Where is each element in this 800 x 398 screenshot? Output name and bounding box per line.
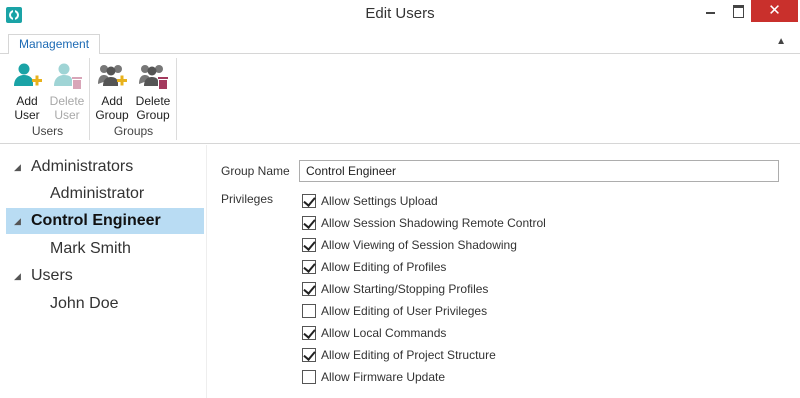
delete-user-label-1: Delete <box>49 94 85 108</box>
privilege-label: Allow Firmware Update <box>321 370 446 384</box>
tree-item-administrators[interactable]: ◢ Administrators <box>6 154 204 180</box>
expand-arrow-icon[interactable]: ◢ <box>14 263 21 289</box>
privilege-label: Allow Viewing of Session Shadowing <box>321 238 517 252</box>
expand-arrow-icon[interactable]: ◢ <box>14 208 21 234</box>
tree-item-label: Administrator <box>50 185 145 202</box>
delete-group-icon <box>139 65 168 89</box>
tree-item-john-doe[interactable]: John Doe <box>6 291 204 317</box>
ribbon-group-label: Users <box>31 124 64 138</box>
checkbox-checked-icon[interactable] <box>302 260 316 274</box>
ribbon-group-groups: Add Group Delete Group Groups <box>91 58 177 140</box>
privilege-label: Allow Local Commands <box>321 326 447 340</box>
ribbon-group-label: Groups <box>113 124 154 138</box>
tree-item-label: Control Engineer <box>31 212 161 229</box>
ribbon: Add User Delete User Users Add Group Del… <box>0 54 800 144</box>
delete-user-label-2: User <box>54 108 80 122</box>
delete-group-button[interactable]: Delete Group <box>134 60 172 122</box>
add-user-icon <box>14 63 42 86</box>
add-group-label-1: Add <box>101 94 123 108</box>
ribbon-group-users: Add User Delete User Users <box>6 58 90 140</box>
add-user-button[interactable]: Add User <box>8 60 46 122</box>
close-icon[interactable]: ✕ <box>751 0 798 22</box>
tree-item-mark-smith[interactable]: Mark Smith <box>6 236 204 262</box>
add-group-icon <box>98 65 127 86</box>
privilege-label: Allow Editing of User Privileges <box>321 304 488 318</box>
checkbox-checked-icon[interactable] <box>302 194 316 208</box>
add-user-label-2: User <box>14 108 40 122</box>
checkbox-checked-icon[interactable] <box>302 326 316 340</box>
delete-user-button[interactable]: Delete User <box>48 60 86 122</box>
delete-group-label-2: Group <box>136 108 170 122</box>
tree-item-label: Administrators <box>31 158 134 175</box>
tree-item-control-engineer[interactable]: ◢ Control Engineer <box>6 208 204 234</box>
delete-group-label-1: Delete <box>135 94 171 108</box>
checkbox-unchecked-icon[interactable] <box>302 370 316 384</box>
checkbox-checked-icon[interactable] <box>302 238 316 252</box>
minimize-icon[interactable] <box>694 0 726 22</box>
title-bar: Edit Users ✕ <box>0 0 800 30</box>
add-group-button[interactable]: Add Group <box>93 60 131 122</box>
privileges-label: Privileges <box>221 192 274 206</box>
privilege-label: Allow Session Shadowing Remote Control <box>321 216 546 230</box>
checkbox-checked-icon[interactable] <box>302 216 316 230</box>
expand-arrow-icon[interactable]: ◢ <box>14 154 21 180</box>
group-name-label: Group Name <box>221 164 290 178</box>
tree-item-administrator[interactable]: Administrator <box>6 181 204 207</box>
checkbox-checked-icon[interactable] <box>302 348 316 362</box>
delete-user-icon <box>54 63 82 89</box>
checkbox-checked-icon[interactable] <box>302 282 316 296</box>
tree-item-label: Mark Smith <box>50 240 131 257</box>
user-group-tree: ◢ Administrators Administrator ◢ Control… <box>0 145 206 398</box>
group-details-panel: Group Name Privileges Allow Settings Upl… <box>206 145 800 398</box>
privilege-label: Allow Settings Upload <box>321 194 438 208</box>
privilege-label: Allow Starting/Stopping Profiles <box>321 282 489 296</box>
checkbox-unchecked-icon[interactable] <box>302 304 316 318</box>
window-title: Edit Users <box>365 5 435 22</box>
add-user-label-1: Add <box>16 94 38 108</box>
privilege-label: Allow Editing of Profiles <box>321 260 447 274</box>
privilege-label: Allow Editing of Project Structure <box>321 348 496 362</box>
group-name-input[interactable] <box>299 160 779 182</box>
tab-management[interactable]: Management <box>8 34 101 55</box>
ribbon-tab-strip: Management ▲ <box>0 30 800 55</box>
add-group-label-2: Group <box>95 108 129 122</box>
tree-item-label: John Doe <box>50 295 119 312</box>
tree-item-users[interactable]: ◢ Users <box>6 263 204 289</box>
collapse-ribbon-icon[interactable]: ▲ <box>776 36 786 47</box>
tree-item-label: Users <box>31 267 73 284</box>
